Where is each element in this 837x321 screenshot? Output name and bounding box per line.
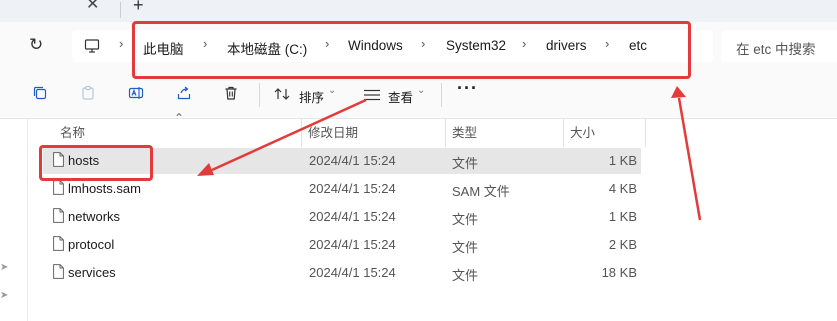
file-name: networks	[68, 209, 121, 224]
refresh-icon[interactable]: ↻	[29, 35, 43, 55]
file-icon	[53, 208, 64, 226]
sort-button[interactable]: 排序	[299, 87, 324, 106]
file-date: 2024/4/1 15:24	[309, 181, 396, 196]
file-name: lmhosts.sam	[68, 181, 141, 196]
column-header-name[interactable]: 名称	[60, 122, 85, 141]
toolbar-divider	[259, 83, 260, 107]
file-row[interactable]: services 2024/4/1 15:24 文件 18 KB	[43, 260, 641, 286]
tab-divider	[120, 2, 121, 18]
new-tab-icon[interactable]: +	[133, 0, 144, 16]
file-date: 2024/4/1 15:24	[309, 209, 396, 224]
file-icon	[53, 264, 64, 282]
breadcrumb-chevron-icon[interactable]: ›	[119, 36, 123, 51]
file-row[interactable]: protocol 2024/4/1 15:24 文件 2 KB	[43, 232, 641, 258]
pin-icon[interactable]: ➤	[0, 262, 8, 273]
hosts-highlight-box	[39, 145, 153, 181]
column-header-size[interactable]: 大小	[570, 122, 595, 141]
file-date: 2024/4/1 15:24	[309, 237, 396, 252]
file-icon	[53, 180, 64, 198]
column-divider[interactable]	[645, 119, 646, 147]
view-icon[interactable]	[363, 89, 381, 101]
file-size: 18 KB	[601, 265, 637, 280]
chevron-down-icon[interactable]: ⌄	[328, 85, 336, 96]
file-type: 文件	[452, 156, 479, 171]
file-size: 1 KB	[608, 153, 637, 168]
address-highlight-box	[132, 21, 691, 79]
column-divider[interactable]	[563, 119, 564, 147]
column-header-date[interactable]: 修改日期	[308, 122, 358, 141]
toolbar-divider	[441, 83, 442, 107]
file-icon	[53, 236, 64, 254]
close-tab-icon[interactable]: ✕	[86, 0, 99, 14]
column-divider[interactable]	[445, 119, 446, 147]
file-size: 2 KB	[608, 237, 637, 252]
file-date: 2024/4/1 15:24	[309, 265, 396, 280]
file-type: 文件	[452, 240, 479, 255]
share-icon[interactable]	[176, 85, 192, 101]
pin-icon[interactable]: ➤	[0, 290, 8, 301]
chevron-down-icon[interactable]: ⌄	[417, 85, 425, 96]
file-type: 文件	[452, 212, 479, 227]
delete-icon[interactable]	[223, 85, 239, 101]
column-header-type[interactable]: 类型	[452, 122, 477, 141]
view-button[interactable]: 查看	[388, 87, 413, 106]
tab-strip: ✕ +	[0, 0, 837, 22]
search-input[interactable]: 在 etc 中搜索	[721, 30, 837, 62]
sort-icon[interactable]	[273, 87, 291, 101]
copy-icon[interactable]	[32, 85, 48, 101]
search-placeholder: 在 etc 中搜索	[736, 42, 816, 57]
more-icon[interactable]: ···	[457, 78, 478, 99]
file-type: SAM 文件	[452, 184, 510, 199]
file-type: 文件	[452, 268, 479, 283]
navigation-pane[interactable]: ➤ ➤	[0, 119, 28, 321]
file-row[interactable]: networks 2024/4/1 15:24 文件 1 KB	[43, 204, 641, 230]
file-size: 1 KB	[608, 209, 637, 224]
file-name: services	[68, 265, 116, 280]
rename-icon[interactable]	[128, 85, 144, 101]
paste-icon[interactable]	[80, 85, 96, 101]
file-size: 4 KB	[608, 181, 637, 196]
sort-ascending-icon: ⌃	[174, 111, 185, 125]
file-date: 2024/4/1 15:24	[309, 153, 396, 168]
computer-icon	[84, 38, 100, 57]
column-divider[interactable]	[301, 119, 302, 147]
file-name: protocol	[68, 237, 115, 252]
